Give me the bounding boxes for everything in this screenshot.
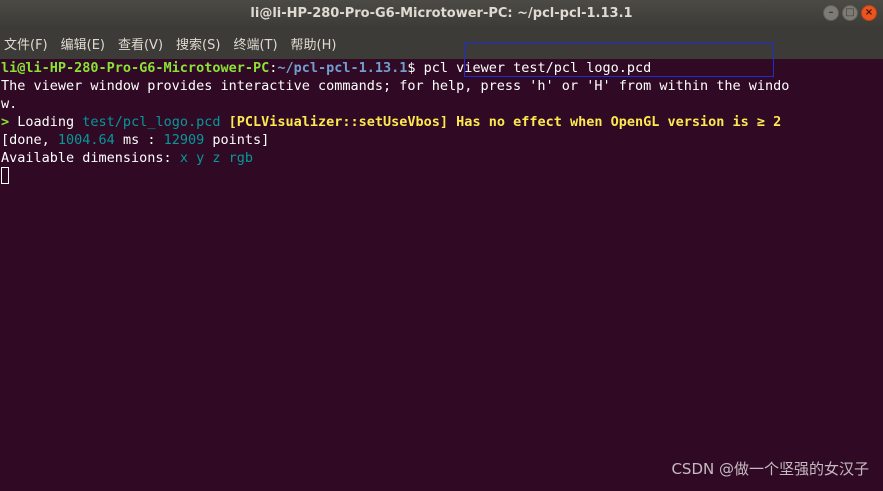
- menu-help[interactable]: 帮助(H): [291, 34, 337, 53]
- minimize-icon[interactable]: –: [823, 5, 839, 21]
- menu-view[interactable]: 查看(V): [118, 34, 163, 53]
- terminal-window: li@li-HP-280-Pro-G6-Microtower-PC: ~/pcl…: [0, 0, 883, 491]
- loading-line: > Loading test/pcl_logo.pcd [PCLVisualiz…: [1, 113, 883, 131]
- done-points-value: 12909: [163, 132, 205, 148]
- done-ms-unit: ms :: [114, 132, 164, 148]
- done-ms-value: 1004.64: [57, 132, 115, 148]
- menu-bar: 文件(F) 编辑(E) 查看(V) 搜索(S) 终端(T) 帮助(H): [0, 28, 883, 59]
- dimensions-value: x y z rgb: [179, 150, 253, 166]
- cursor-line: [1, 167, 883, 185]
- dimensions-line: Available dimensions: x y z rgb: [1, 149, 883, 167]
- help-line-1: The viewer window provides interactive c…: [1, 78, 790, 94]
- terminal-output[interactable]: li@li-HP-280-Pro-G6-Microtower-PC:~/pcl-…: [0, 59, 883, 491]
- menu-terminal[interactable]: 终端(T): [233, 34, 277, 53]
- prompt-line: li@li-HP-280-Pro-G6-Microtower-PC:~/pcl-…: [1, 59, 883, 77]
- prompt-user-host: li@li-HP-280-Pro-G6-Microtower-PC: [1, 60, 270, 76]
- dimensions-label: Available dimensions:: [1, 150, 180, 166]
- window-controls: – □ ×: [823, 5, 877, 23]
- menu-file[interactable]: 文件(F): [4, 34, 48, 53]
- loading-text: Loading: [17, 114, 83, 130]
- done-prefix: [done,: [1, 132, 58, 148]
- window-title: li@li-HP-280-Pro-G6-Microtower-PC: ~/pcl…: [250, 6, 633, 21]
- maximize-icon[interactable]: □: [842, 5, 858, 21]
- menu-edit[interactable]: 编辑(E): [61, 34, 105, 53]
- done-line: [done, 1004.64 ms : 12909 points]: [1, 131, 883, 149]
- watermark: CSDN @做一个坚强的女汉子: [671, 460, 869, 478]
- loading-file: test/pcl_logo.pcd: [82, 114, 221, 130]
- help-line-2: w.: [1, 96, 18, 112]
- prompt-symbol: $: [407, 60, 424, 76]
- loading-space: [220, 114, 228, 130]
- terminal-cursor: [1, 167, 9, 184]
- loading-warning: [PCLVisualizer::setUseVbos] Has no effec…: [228, 114, 782, 130]
- done-points-unit: points]: [204, 132, 270, 148]
- close-icon[interactable]: ×: [861, 5, 877, 21]
- title-bar[interactable]: li@li-HP-280-Pro-G6-Microtower-PC: ~/pcl…: [0, 0, 883, 28]
- prompt-path: ~/pcl-pcl-1.13.1: [277, 60, 408, 76]
- loading-marker: >: [1, 114, 18, 130]
- menu-search[interactable]: 搜索(S): [176, 34, 220, 53]
- command-text: pcl viewer test/pcl logo.pcd: [423, 60, 652, 76]
